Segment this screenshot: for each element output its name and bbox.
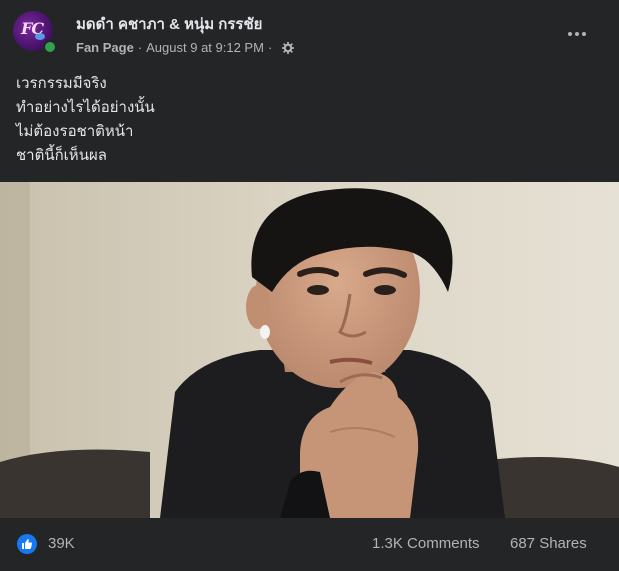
gear-icon[interactable] xyxy=(281,41,295,54)
post-text-line: เวรกรรมมีจริง xyxy=(16,75,107,92)
post-text-line: ทำอย่างไรได้อย่างนั้น xyxy=(16,99,155,116)
meta-separator-2: · xyxy=(267,40,273,55)
post-video-thumbnail[interactable] xyxy=(0,182,619,518)
post-text-line: ไม่ต้องรอชาติหน้า xyxy=(16,123,134,140)
comments-count-link[interactable]: 1.3K Comments xyxy=(372,535,480,552)
video-frame-illustration xyxy=(0,182,619,518)
post-meta: Fan Page · August 9 at 9:12 PM · xyxy=(76,40,295,55)
avatar-sparkle-icon xyxy=(35,33,45,40)
meta-separator: · xyxy=(137,40,143,55)
online-status-icon xyxy=(43,40,57,54)
post-text-line: ชาตินี้ก็เห็นผล xyxy=(16,147,107,164)
author-type-label: Fan Page xyxy=(76,40,134,55)
post-header: FC มดดำ คชาภา & หนุ่ม กรรชัย Fan Page · … xyxy=(0,0,619,66)
facebook-post: FC มดดำ คชาภา & หนุ่ม กรรชัย Fan Page · … xyxy=(0,0,619,571)
post-text: เวรกรรมมีจริง ทำอย่างไรได้อย่างนั้น ไม่ต… xyxy=(16,72,155,168)
like-icon[interactable] xyxy=(17,534,37,554)
reaction-count[interactable]: 39K xyxy=(48,535,75,552)
more-options-icon xyxy=(568,32,586,36)
shares-count-link[interactable]: 687 Shares xyxy=(510,535,587,552)
more-options-button[interactable] xyxy=(561,18,593,50)
post-stats-bar: 39K 1.3K Comments 687 Shares xyxy=(0,518,619,571)
post-timestamp-link[interactable]: August 9 at 9:12 PM xyxy=(146,40,264,55)
page-name-link[interactable]: มดดำ คชาภา & หนุ่ม กรรชัย xyxy=(76,12,262,36)
